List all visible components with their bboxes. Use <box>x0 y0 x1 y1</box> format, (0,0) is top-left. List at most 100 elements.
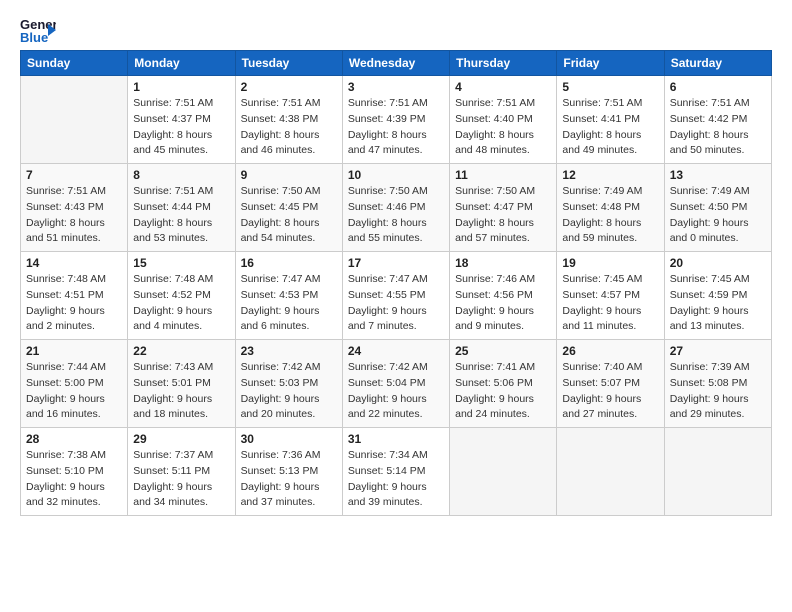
day-info: Sunrise: 7:51 AMSunset: 4:37 PMDaylight:… <box>133 96 229 159</box>
day-number: 24 <box>348 344 444 358</box>
day-info: Sunrise: 7:48 AMSunset: 4:51 PMDaylight:… <box>26 272 122 335</box>
day-cell: 20Sunrise: 7:45 AMSunset: 4:59 PMDayligh… <box>664 252 771 340</box>
day-info: Sunrise: 7:37 AMSunset: 5:11 PMDaylight:… <box>133 448 229 511</box>
day-number: 4 <box>455 80 551 94</box>
day-info: Sunrise: 7:51 AMSunset: 4:44 PMDaylight:… <box>133 184 229 247</box>
day-cell: 7 Sunrise: 7:51 AMSunset: 4:43 PMDaylight… <box>21 164 128 252</box>
day-cell: 2 Sunrise: 7:51 AMSunset: 4:38 PMDaylight… <box>235 76 342 164</box>
day-cell: 14 Sunrise: 7:48 AMSunset: 4:51 PMDayligh… <box>21 252 128 340</box>
week-row-0: 1 Sunrise: 7:51 AMSunset: 4:37 PMDaylight… <box>21 76 772 164</box>
day-number: 14 <box>26 256 122 270</box>
day-cell: 9 Sunrise: 7:50 AMSunset: 4:45 PMDaylight… <box>235 164 342 252</box>
day-cell: 1 Sunrise: 7:51 AMSunset: 4:37 PMDaylight… <box>128 76 235 164</box>
day-cell: 3 Sunrise: 7:51 AMSunset: 4:39 PMDaylight… <box>342 76 449 164</box>
day-number: 10 <box>348 168 444 182</box>
logo-icon: General Blue <box>20 16 56 44</box>
day-info: Sunrise: 7:36 AMSunset: 5:13 PMDaylight:… <box>241 448 337 511</box>
day-info: Sunrise: 7:51 AMSunset: 4:42 PMDaylight:… <box>670 96 766 159</box>
week-row-2: 14 Sunrise: 7:48 AMSunset: 4:51 PMDayligh… <box>21 252 772 340</box>
day-number: 2 <box>241 80 337 94</box>
day-number: 19 <box>562 256 658 270</box>
week-row-1: 7 Sunrise: 7:51 AMSunset: 4:43 PMDaylight… <box>21 164 772 252</box>
day-info: Sunrise: 7:50 AMSunset: 4:47 PMDaylight:… <box>455 184 551 247</box>
day-number: 28 <box>26 432 122 446</box>
day-info: Sunrise: 7:44 AMSunset: 5:00 PMDaylight:… <box>26 360 122 423</box>
day-number: 9 <box>241 168 337 182</box>
day-number: 20 <box>670 256 766 270</box>
day-info: Sunrise: 7:47 AMSunset: 4:55 PMDaylight:… <box>348 272 444 335</box>
day-cell: 8 Sunrise: 7:51 AMSunset: 4:44 PMDaylight… <box>128 164 235 252</box>
day-info: Sunrise: 7:41 AMSunset: 5:06 PMDaylight:… <box>455 360 551 423</box>
header-sunday: Sunday <box>21 51 128 76</box>
day-number: 6 <box>670 80 766 94</box>
day-number: 21 <box>26 344 122 358</box>
day-info: Sunrise: 7:38 AMSunset: 5:10 PMDaylight:… <box>26 448 122 511</box>
day-cell: 21 Sunrise: 7:44 AMSunset: 5:00 PMDayligh… <box>21 340 128 428</box>
day-cell: 10 Sunrise: 7:50 AMSunset: 4:46 PMDayligh… <box>342 164 449 252</box>
day-cell <box>450 428 557 516</box>
day-number: 18 <box>455 256 551 270</box>
day-cell: 11 Sunrise: 7:50 AMSunset: 4:47 PMDayligh… <box>450 164 557 252</box>
day-number: 31 <box>348 432 444 446</box>
day-cell: 19Sunrise: 7:45 AMSunset: 4:57 PMDayligh… <box>557 252 664 340</box>
day-info: Sunrise: 7:51 AMSunset: 4:39 PMDaylight:… <box>348 96 444 159</box>
day-number: 15 <box>133 256 229 270</box>
day-number: 5 <box>562 80 658 94</box>
day-info: Sunrise: 7:39 AMSunset: 5:08 PMDaylight:… <box>670 360 766 423</box>
day-number: 26 <box>562 344 658 358</box>
day-cell: 26 Sunrise: 7:40 AMSunset: 5:07 PMDayligh… <box>557 340 664 428</box>
day-info: Sunrise: 7:46 AMSunset: 4:56 PMDaylight:… <box>455 272 551 335</box>
day-cell: 25 Sunrise: 7:41 AMSunset: 5:06 PMDayligh… <box>450 340 557 428</box>
day-info: Sunrise: 7:47 AMSunset: 4:53 PMDaylight:… <box>241 272 337 335</box>
day-number: 13 <box>670 168 766 182</box>
day-cell <box>557 428 664 516</box>
svg-text:Blue: Blue <box>20 30 48 44</box>
day-cell: 30Sunrise: 7:36 AMSunset: 5:13 PMDayligh… <box>235 428 342 516</box>
day-cell: 17 Sunrise: 7:47 AMSunset: 4:55 PMDayligh… <box>342 252 449 340</box>
day-number: 27 <box>670 344 766 358</box>
day-number: 23 <box>241 344 337 358</box>
day-number: 8 <box>133 168 229 182</box>
day-number: 29 <box>133 432 229 446</box>
day-info: Sunrise: 7:50 AMSunset: 4:45 PMDaylight:… <box>241 184 337 247</box>
day-info: Sunrise: 7:40 AMSunset: 5:07 PMDaylight:… <box>562 360 658 423</box>
day-number: 25 <box>455 344 551 358</box>
header-thursday: Thursday <box>450 51 557 76</box>
day-info: Sunrise: 7:51 AMSunset: 4:38 PMDaylight:… <box>241 96 337 159</box>
day-number: 22 <box>133 344 229 358</box>
day-cell: 5 Sunrise: 7:51 AMSunset: 4:41 PMDaylight… <box>557 76 664 164</box>
week-row-4: 28 Sunrise: 7:38 AMSunset: 5:10 PMDayligh… <box>21 428 772 516</box>
day-cell: 12Sunrise: 7:49 AMSunset: 4:48 PMDayligh… <box>557 164 664 252</box>
day-info: Sunrise: 7:42 AMSunset: 5:03 PMDaylight:… <box>241 360 337 423</box>
day-cell: 22Sunrise: 7:43 AMSunset: 5:01 PMDayligh… <box>128 340 235 428</box>
day-info: Sunrise: 7:51 AMSunset: 4:43 PMDaylight:… <box>26 184 122 247</box>
day-cell: 13 Sunrise: 7:49 AMSunset: 4:50 PMDayligh… <box>664 164 771 252</box>
day-info: Sunrise: 7:42 AMSunset: 5:04 PMDaylight:… <box>348 360 444 423</box>
day-info: Sunrise: 7:50 AMSunset: 4:46 PMDaylight:… <box>348 184 444 247</box>
day-number: 3 <box>348 80 444 94</box>
day-cell: 28 Sunrise: 7:38 AMSunset: 5:10 PMDayligh… <box>21 428 128 516</box>
day-cell <box>664 428 771 516</box>
day-number: 11 <box>455 168 551 182</box>
day-info: Sunrise: 7:51 AMSunset: 4:40 PMDaylight:… <box>455 96 551 159</box>
day-cell: 24 Sunrise: 7:42 AMSunset: 5:04 PMDayligh… <box>342 340 449 428</box>
day-number: 7 <box>26 168 122 182</box>
header-saturday: Saturday <box>664 51 771 76</box>
day-number: 16 <box>241 256 337 270</box>
day-number: 12 <box>562 168 658 182</box>
logo: General Blue <box>20 16 56 44</box>
header-row: SundayMondayTuesdayWednesdayThursdayFrid… <box>21 51 772 76</box>
header-friday: Friday <box>557 51 664 76</box>
day-number: 17 <box>348 256 444 270</box>
day-number: 1 <box>133 80 229 94</box>
calendar-table: SundayMondayTuesdayWednesdayThursdayFrid… <box>20 50 772 516</box>
calendar-page: General Blue SundayMondayTuesdayWednesda… <box>0 0 792 612</box>
day-cell: 4 Sunrise: 7:51 AMSunset: 4:40 PMDaylight… <box>450 76 557 164</box>
day-info: Sunrise: 7:49 AMSunset: 4:50 PMDaylight:… <box>670 184 766 247</box>
header-wednesday: Wednesday <box>342 51 449 76</box>
day-info: Sunrise: 7:34 AMSunset: 5:14 PMDaylight:… <box>348 448 444 511</box>
day-cell <box>21 76 128 164</box>
day-info: Sunrise: 7:48 AMSunset: 4:52 PMDaylight:… <box>133 272 229 335</box>
day-info: Sunrise: 7:51 AMSunset: 4:41 PMDaylight:… <box>562 96 658 159</box>
day-cell: 27 Sunrise: 7:39 AMSunset: 5:08 PMDayligh… <box>664 340 771 428</box>
